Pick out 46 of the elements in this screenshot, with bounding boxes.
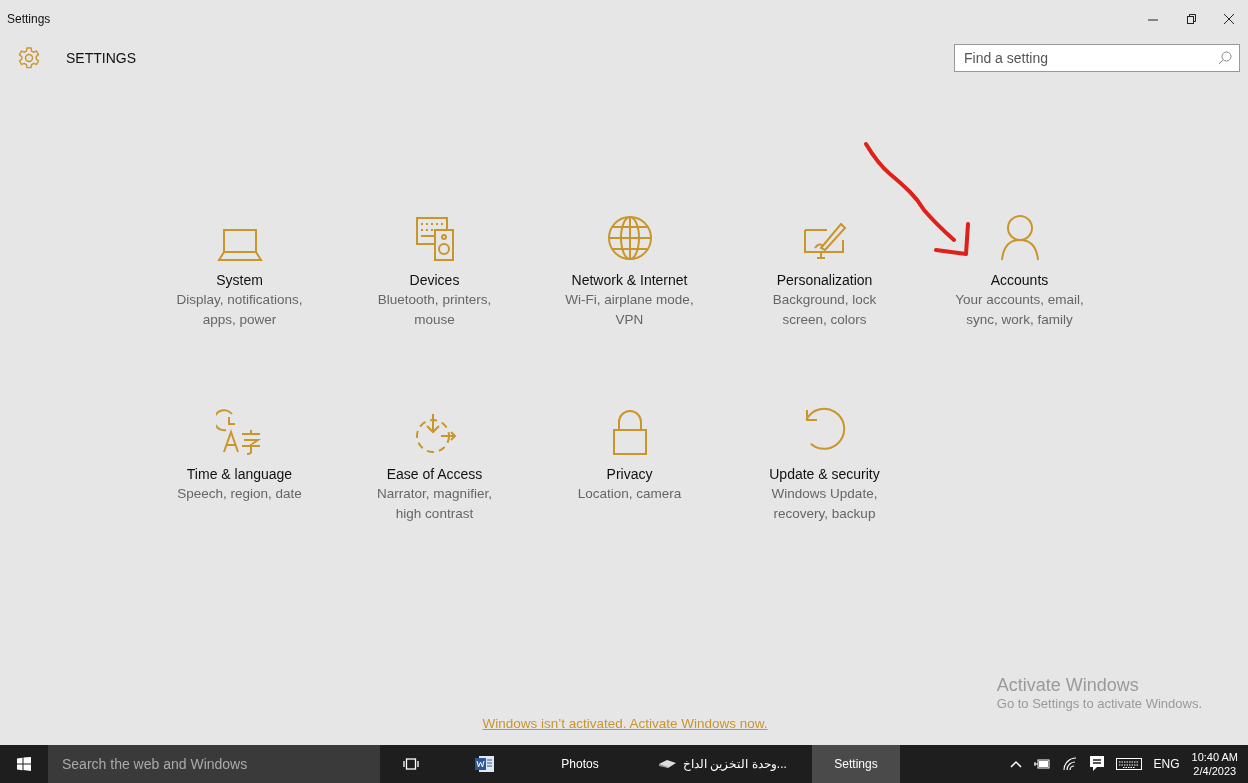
tile-title[interactable]: Privacy [606,464,653,484]
tile-description: Speech, region, date [176,485,303,503]
windows-logo-icon[interactable] [17,757,31,771]
taskbar-app[interactable]: Photos [528,745,632,783]
globe-icon [605,214,654,262]
tile-description: Windows Update, recovery, backup [770,485,879,523]
keyboard-icon[interactable] [1115,758,1142,770]
tile-description: Wi-Fi, airplane mode, VPN [564,291,695,329]
tile-title[interactable]: Update & security [769,464,880,484]
clock-letters-icon [215,408,264,456]
notification-icon[interactable] [1089,756,1104,772]
tile-title[interactable]: Ease of Access [386,464,483,484]
tile-description: Location, camera [576,485,683,503]
battery-plug-icon[interactable] [1033,758,1050,770]
tile-description: Display, notifications, apps, power [175,291,304,329]
tile-description: Your accounts, email, sync, work, family [954,291,1085,329]
tile-description: Background, lock screen, colors [771,291,878,329]
wifi-icon[interactable] [1061,757,1078,771]
search-icon[interactable] [1218,51,1232,65]
activation-notice-title: Activate Windows [996,674,1140,696]
chevron-up-icon[interactable] [1009,760,1022,768]
tile-title[interactable]: Time & language [186,464,293,484]
tile-title[interactable]: Network & Internet [571,270,688,290]
taskbar-search-field[interactable]: Search the web and Windows [48,745,380,783]
language-indicator[interactable]: ENG [1153,757,1180,771]
document-app-icon [475,755,495,773]
tile-title[interactable]: Personalization [776,270,873,290]
keyboard-speaker-icon [414,216,455,262]
tile-description: Narrator, magnifier, high contrast [376,485,493,523]
taskbar-app[interactable]: Settings [812,745,900,783]
drive-icon [657,759,678,769]
tile-title[interactable]: System [216,270,263,290]
clock-time[interactable]: 10:40 AM [1191,750,1238,764]
task-view-icon[interactable] [403,758,419,770]
search-field[interactable]: Find a setting [954,44,1240,72]
clock-date[interactable]: 2/4/2023 [1193,764,1237,778]
window-title: Settings [7,12,51,26]
gear-icon [18,47,40,69]
activation-notice-message: Go to Settings to activate Windows. [996,696,1202,711]
taskbar-app[interactable]: ...وحدة التخزين الداخ [632,745,812,783]
laptop-icon [215,226,264,262]
person-icon [999,214,1040,262]
tile-description: Bluetooth, printers, mouse [376,291,493,329]
page-title: SETTINGS [66,50,137,66]
tile-title[interactable]: Devices [409,270,460,290]
tile-title[interactable]: Accounts [990,270,1049,290]
